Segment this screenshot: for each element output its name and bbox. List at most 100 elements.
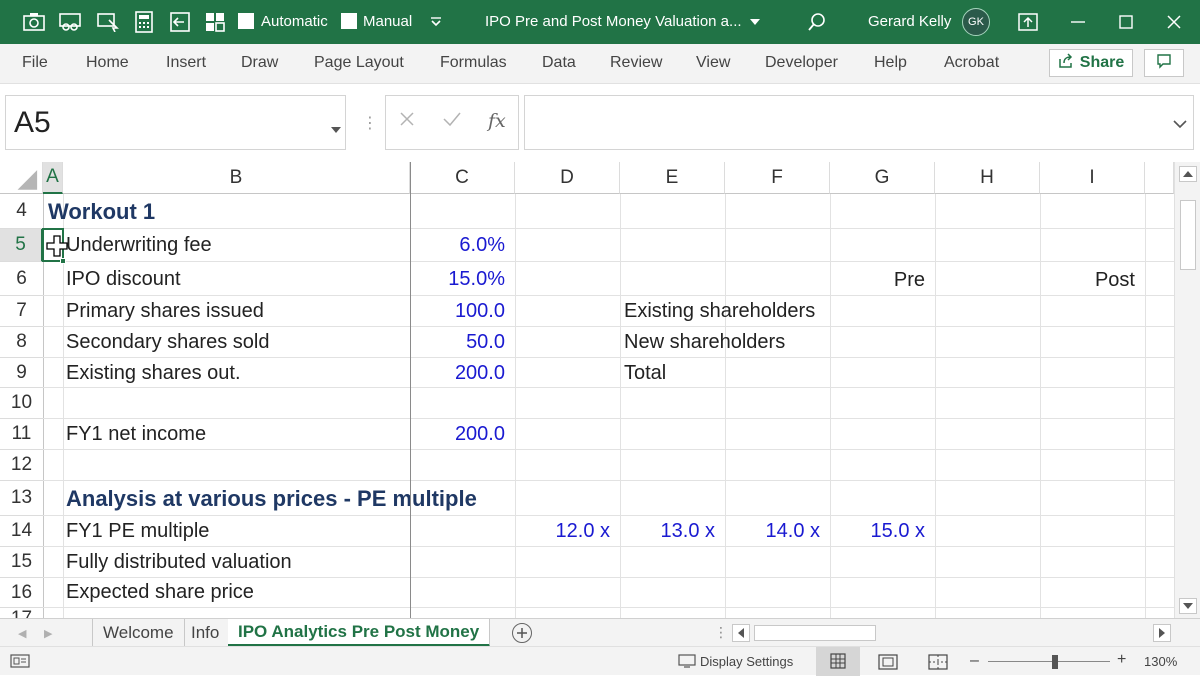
hscroll-left-icon[interactable]: [732, 624, 750, 642]
close-icon[interactable]: [1162, 10, 1186, 34]
select-all-corner[interactable]: [0, 162, 43, 194]
tab-review[interactable]: Review: [610, 54, 662, 72]
cell-c9[interactable]: 200.0: [410, 362, 505, 385]
cell-c11[interactable]: 200.0: [410, 423, 505, 446]
scroll-up-icon[interactable]: [1179, 166, 1197, 182]
tab-developer[interactable]: Developer: [765, 54, 838, 72]
row-header-12[interactable]: 12: [0, 450, 43, 481]
scroll-tabs-left-icon[interactable]: ◀: [18, 627, 26, 640]
insert-function-icon[interactable]: fx: [488, 110, 506, 132]
sheet-tab-info[interactable]: Info: [181, 619, 231, 647]
tab-home[interactable]: Home: [86, 54, 129, 72]
glasses-icon[interactable]: [58, 10, 82, 34]
zoom-in-icon[interactable]: +: [1117, 651, 1126, 669]
tab-draw[interactable]: Draw: [241, 54, 278, 72]
row-header-13[interactable]: 13: [0, 481, 43, 516]
vertical-scrollbar[interactable]: [1174, 162, 1200, 618]
cell-c8[interactable]: 50.0: [410, 331, 505, 354]
tab-page-layout[interactable]: Page Layout: [314, 54, 404, 72]
row-header-8[interactable]: 8: [0, 327, 43, 358]
cell-e9[interactable]: Total: [624, 362, 666, 385]
tab-view[interactable]: View: [696, 54, 730, 72]
column-header-f[interactable]: F: [725, 162, 830, 194]
title-dropdown-icon[interactable]: [743, 10, 767, 34]
avatar[interactable]: GK: [962, 8, 990, 36]
cell-g14[interactable]: 15.0 x: [830, 520, 925, 543]
name-box-dropdown-icon[interactable]: [331, 120, 341, 138]
tab-help[interactable]: Help: [874, 54, 907, 72]
zoom-slider-thumb[interactable]: [1052, 655, 1058, 669]
cell-b16[interactable]: Expected share price: [66, 581, 254, 604]
tab-data[interactable]: Data: [542, 54, 576, 72]
sheet-tab-ipo-analytics[interactable]: IPO Analytics Pre Post Money: [228, 619, 491, 647]
calculator-icon[interactable]: [132, 10, 156, 34]
row-header-16[interactable]: 16: [0, 578, 43, 608]
column-header-d[interactable]: D: [515, 162, 620, 194]
display-settings-label[interactable]: Display Settings: [700, 654, 793, 669]
minimize-icon[interactable]: [1066, 10, 1090, 34]
column-header-i[interactable]: I: [1040, 162, 1145, 194]
new-sheet-icon[interactable]: [512, 623, 532, 643]
row-header-17[interactable]: 17: [0, 608, 43, 618]
exit-icon[interactable]: [168, 10, 192, 34]
cell-b5[interactable]: Underwriting fee: [66, 234, 212, 257]
cell-f14[interactable]: 14.0 x: [725, 520, 820, 543]
cell-c6[interactable]: 15.0%: [410, 268, 505, 291]
share-button[interactable]: Share: [1049, 49, 1133, 77]
scroll-tabs-right-icon[interactable]: ▶: [44, 627, 52, 640]
automatic-checkbox[interactable]: [238, 13, 254, 29]
zoom-slider-track[interactable]: [988, 661, 1110, 662]
name-box[interactable]: A5: [5, 95, 346, 150]
ribbon-display-icon[interactable]: [1016, 10, 1040, 34]
tab-file[interactable]: File: [22, 54, 48, 72]
column-header-e[interactable]: E: [620, 162, 725, 194]
tab-acrobat[interactable]: Acrobat: [944, 54, 999, 72]
customize-toolbar-icon[interactable]: [424, 10, 448, 34]
column-header-b[interactable]: B: [63, 162, 410, 194]
row-header-15[interactable]: 15: [0, 547, 43, 578]
camera-icon[interactable]: [22, 10, 46, 34]
cell-b7[interactable]: Primary shares issued: [66, 300, 264, 323]
row-header-10[interactable]: 10: [0, 388, 43, 419]
formula-input[interactable]: [524, 95, 1194, 150]
column-header-h[interactable]: H: [935, 162, 1040, 194]
sheet-tab-welcome[interactable]: Welcome: [92, 619, 185, 647]
zoom-out-icon[interactable]: –: [970, 652, 979, 670]
hscroll-right-icon[interactable]: [1153, 624, 1171, 642]
cell-b11[interactable]: FY1 net income: [66, 423, 206, 446]
column-header-g[interactable]: G: [830, 162, 935, 194]
hscroll-thumb[interactable]: [754, 625, 876, 641]
cell-b13[interactable]: Analysis at various prices - PE multiple: [66, 486, 477, 512]
page-layout-view-icon[interactable]: [878, 654, 898, 675]
cell-e14[interactable]: 13.0 x: [620, 520, 715, 543]
comments-button[interactable]: [1144, 49, 1184, 77]
normal-view-button[interactable]: [816, 647, 860, 676]
page-break-view-icon[interactable]: [928, 654, 948, 675]
formula-bar-grip-icon[interactable]: ⋮: [362, 113, 378, 133]
column-header-j[interactable]: [1145, 162, 1174, 194]
cell-c7[interactable]: 100.0: [410, 300, 505, 323]
worksheet-grid[interactable]: A B C D E F G H I 4 5 6 7 8 9 10 11 12 1…: [0, 162, 1174, 618]
manual-checkbox[interactable]: [341, 13, 357, 29]
search-icon[interactable]: [805, 10, 829, 34]
row-header-7[interactable]: 7: [0, 296, 43, 327]
cell-b14[interactable]: FY1 PE multiple: [66, 520, 209, 543]
column-header-c[interactable]: C: [410, 162, 515, 194]
zoom-level[interactable]: 130%: [1144, 654, 1177, 669]
scroll-thumb[interactable]: [1180, 200, 1196, 270]
cell-a4[interactable]: Workout 1: [48, 199, 155, 225]
grid-icon[interactable]: [203, 10, 227, 34]
cell-e8[interactable]: New shareholders: [624, 331, 785, 354]
column-header-a[interactable]: A: [43, 162, 63, 194]
row-header-4[interactable]: 4: [0, 194, 43, 229]
row-header-6[interactable]: 6: [0, 262, 43, 296]
maximize-icon[interactable]: [1114, 10, 1138, 34]
expand-formula-bar-icon[interactable]: [1173, 116, 1187, 134]
cell-b6[interactable]: IPO discount: [66, 268, 181, 291]
cell-c5[interactable]: 6.0%: [410, 234, 505, 257]
cell-b9[interactable]: Existing shares out.: [66, 362, 241, 385]
tab-formulas[interactable]: Formulas: [440, 54, 507, 72]
cell-b15[interactable]: Fully distributed valuation: [66, 551, 292, 574]
cell-e7[interactable]: Existing shareholders: [624, 300, 815, 323]
cell-g6[interactable]: Pre: [830, 269, 925, 292]
